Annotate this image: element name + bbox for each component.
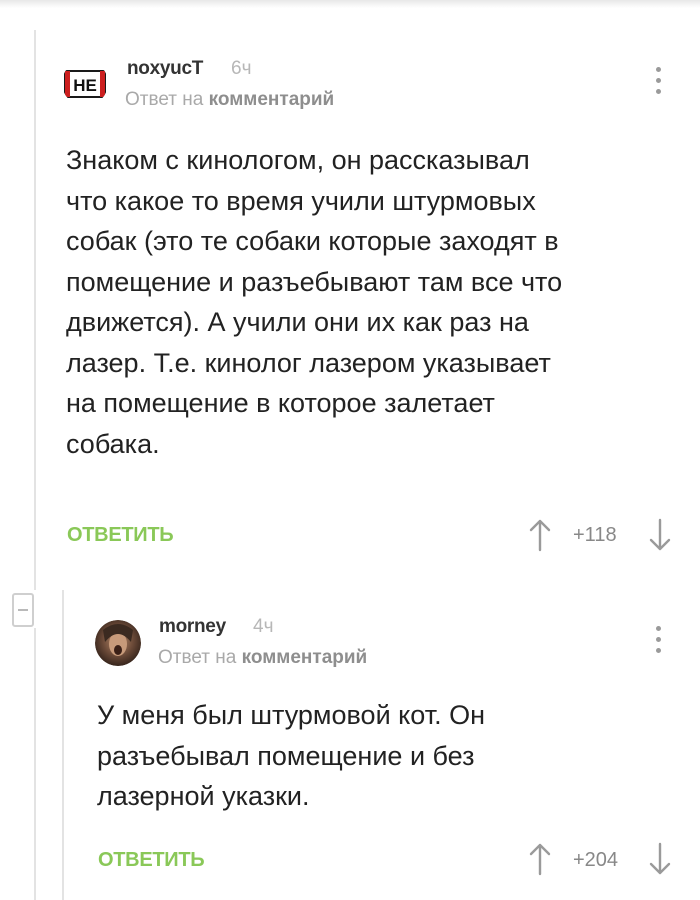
comment-author[interactable]: morney — [159, 616, 226, 638]
reply-context[interactable]: Ответ на комментарий — [158, 647, 367, 669]
comment-line: У меня был штурмовой кот. Он — [97, 700, 485, 730]
avatar[interactable] — [95, 620, 141, 666]
comment-rating: +204 — [573, 849, 619, 871]
reply-button[interactable]: ОТВЕТИТЬ — [98, 849, 205, 872]
downvote-arrow-icon[interactable] — [648, 842, 672, 881]
upvote-arrow-icon[interactable] — [528, 842, 552, 881]
reply-target-link[interactable]: комментарий — [242, 647, 368, 668]
comment-body: У меня был штурмовой кот. Он разъебывал … — [97, 695, 485, 817]
kebab-menu-icon[interactable] — [648, 626, 668, 660]
comment-2: morney 4ч Ответ на комментарий У меня бы… — [0, 0, 700, 900]
comment-time: 4ч — [253, 616, 274, 637]
comment-line: разъебывал помещение и без — [97, 740, 475, 771]
reply-prefix: Ответ на — [158, 647, 237, 668]
comment-line: лазерной указки. — [97, 781, 310, 811]
